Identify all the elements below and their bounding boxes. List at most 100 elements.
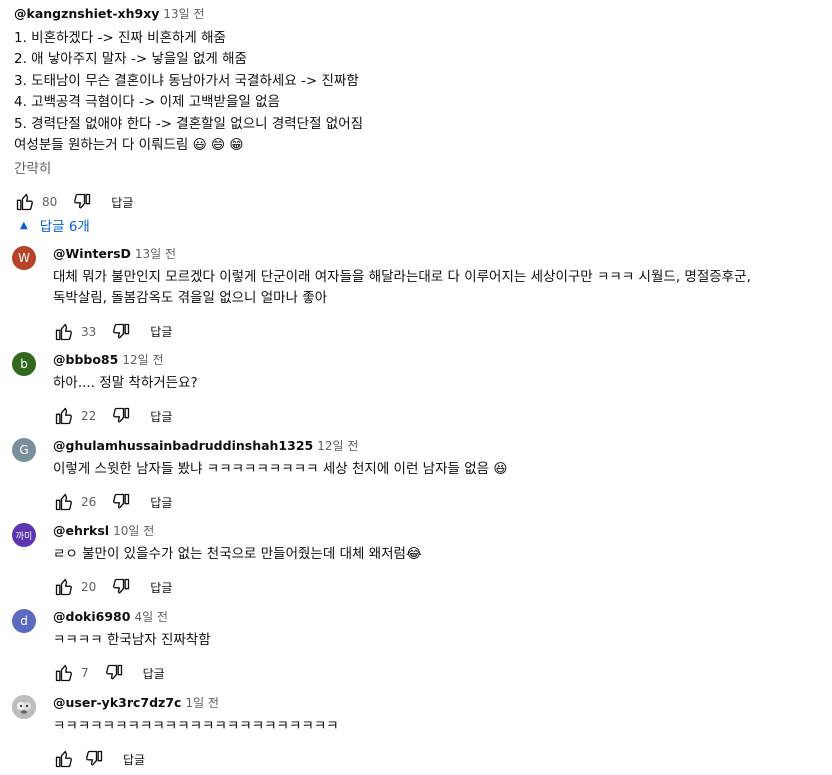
reply-text-line: 대체 뭐가 불만인지 모르겠다 이렇게 단군이래 여자들을 해달라는대로 다 이…: [53, 269, 751, 285]
reply-header: @ghulamhussainbadruddinshah1325 12일 전: [53, 435, 507, 459]
reply-author[interactable]: @bbbo85: [53, 352, 118, 367]
avatar[interactable]: G: [12, 438, 36, 462]
reply-header: @user-yk3rc7dz7c 1일 전: [53, 692, 339, 716]
avatar[interactable]: W: [12, 246, 36, 270]
reply-header: @ehrksl 10일 전: [53, 520, 422, 544]
caret-up-icon: ▲: [20, 219, 28, 231]
reply-header: @WintersD 13일 전: [53, 243, 751, 267]
reply-header: @bbbo85 12일 전: [53, 349, 198, 373]
reply-actions: 22 답글: [53, 400, 198, 432]
like-button[interactable]: [53, 576, 75, 598]
reply-button[interactable]: 답글: [150, 408, 172, 425]
reply-text-line: ㅋㅋㅋㅋㅋㅋㅋㅋㅋㅋㅋㅋㅋㅋㅋㅋㅋㅋㅋㅋㅋㅋㅋ: [53, 718, 339, 734]
replies-count-label: 답글 6개: [39, 219, 90, 235]
reply-button[interactable]: 답글: [150, 579, 172, 596]
like-count: 80: [42, 195, 58, 210]
reply-content: @ehrksl 10일 전 ㄹㅇ 불만이 있을수가 없는 천국으로 만들어줬는데 …: [53, 520, 422, 603]
like-count: 33: [81, 324, 97, 339]
reply-time[interactable]: 1일 전: [185, 696, 219, 710]
like-button[interactable]: [53, 321, 75, 343]
replies-toggle[interactable]: ▲ 답글 6개: [20, 213, 90, 237]
avatar-initial: W: [18, 251, 30, 265]
reply-actions: 33 답글: [53, 316, 751, 348]
comment-header: @kangznshiet-xh9xy 13일 전: [14, 0, 824, 28]
reply-button[interactable]: 답글: [150, 494, 172, 511]
avatar[interactable]: d: [12, 609, 36, 633]
avatar[interactable]: b: [12, 352, 36, 376]
like-count: 20: [81, 580, 97, 595]
thumbs-up-icon: [55, 408, 72, 425]
reply-text-line: 독박살림, 돌봄감옥도 겪을일 없으니 얼마나 좋아: [53, 290, 328, 307]
thumbs-up-icon: [16, 194, 33, 211]
reply-text-line: ㅋㅋㅋㅋ 한국남자 진짜착함: [53, 632, 211, 648]
thumbs-down-icon: [86, 751, 103, 766]
thumbs-down-icon: [113, 408, 130, 423]
reply-content: @WintersD 13일 전 대체 뭐가 불만인지 모르겠다 이렇게 단군이래 …: [53, 243, 751, 348]
reply-author[interactable]: @WintersD: [53, 246, 131, 261]
reply-time[interactable]: 10일 전: [113, 524, 154, 538]
dislike-button[interactable]: [110, 405, 132, 427]
dislike-button[interactable]: [110, 576, 132, 598]
avatar-initial: 까미: [15, 531, 33, 542]
avatar-photo-icon: [12, 695, 36, 719]
like-count: 22: [81, 409, 97, 424]
avatar-initial: b: [20, 357, 28, 371]
reply-content: @ghulamhussainbadruddinshah1325 12일 전 이렇게…: [53, 435, 507, 518]
comment-line: 여성분들 원하는거 다 이뤄드림 😃 😄 😁: [14, 137, 244, 154]
reply-button[interactable]: 답글: [150, 323, 172, 340]
reply-header: @doki6980 4일 전: [53, 606, 211, 630]
reply-text-line: ㄹㅇ 불만이 있을수가 없는 천국으로 만들어줬는데 대체 왜저럼😂: [53, 546, 422, 562]
reply-time[interactable]: 4일 전: [134, 610, 168, 624]
reply-button[interactable]: 답글: [123, 751, 145, 768]
dislike-button[interactable]: [110, 321, 132, 343]
like-count: 7: [81, 666, 89, 681]
thumbs-up-icon: [55, 579, 72, 596]
like-button[interactable]: [53, 405, 75, 427]
comment: @kangznshiet-xh9xy 13일 전 1. 비혼하겠다 -> 진짜 비…: [14, 0, 824, 218]
like-count: 26: [81, 495, 97, 510]
reply-actions: 답글: [53, 743, 339, 775]
like-button[interactable]: [53, 748, 75, 770]
reply-actions: 7 답글: [53, 657, 211, 689]
reply-time[interactable]: 12일 전: [122, 353, 163, 367]
comment-actions: 80 답글: [14, 186, 824, 218]
reply-time[interactable]: 12일 전: [317, 439, 358, 453]
like-button[interactable]: [53, 491, 75, 513]
reply-author[interactable]: @ghulamhussainbadruddinshah1325: [53, 438, 313, 453]
thumbs-up-icon: [55, 323, 72, 340]
avatar[interactable]: [12, 695, 36, 719]
thumbs-up-icon: [55, 665, 72, 682]
comment-time[interactable]: 13일 전: [163, 7, 204, 21]
comment-line: 1. 비혼하겠다 -> 진짜 비혼하게 해줌: [14, 30, 226, 46]
reply-button[interactable]: 답글: [111, 194, 133, 211]
comment-line: 2. 애 낳아주지 말자 -> 낳을일 없게 해줌: [14, 51, 247, 68]
thumbs-down-icon: [113, 579, 130, 594]
thumbs-down-icon: [105, 665, 122, 680]
reply-time[interactable]: 13일 전: [135, 247, 176, 261]
dislike-button[interactable]: [83, 748, 105, 770]
thumbs-up-icon: [55, 494, 72, 511]
comment-line: 4. 고백공격 극혐이다 -> 이제 고백받을일 없음: [14, 94, 280, 111]
dislike-button[interactable]: [110, 491, 132, 513]
thumbs-down-icon: [113, 323, 130, 339]
thumbs-down-icon: [74, 194, 91, 209]
reply-author[interactable]: @user-yk3rc7dz7c: [53, 695, 181, 710]
comment-author[interactable]: @kangznshiet-xh9xy: [14, 6, 159, 21]
like-button[interactable]: [53, 662, 75, 684]
reply-author[interactable]: @ehrksl: [53, 523, 109, 538]
reply-actions: 26 답글: [53, 486, 507, 518]
avatar[interactable]: 까미: [12, 523, 36, 547]
reply-content: @bbbo85 12일 전 하아.... 정말 착하거든요? 22 답글: [53, 349, 198, 432]
dislike-button[interactable]: [103, 662, 125, 684]
comment-line: 5. 경력단절 없애야 한다 -> 결혼할일 없으니 경력단절 없어짐: [14, 115, 364, 132]
show-less-link[interactable]: 간략히: [14, 158, 824, 180]
reply-content: @doki6980 4일 전 ㅋㅋㅋㅋ 한국남자 진짜착함 7 답글: [53, 606, 211, 689]
dislike-button[interactable]: [71, 191, 93, 213]
avatar-initial: G: [19, 443, 29, 457]
reply-button[interactable]: 답글: [143, 665, 165, 682]
thumbs-down-icon: [113, 494, 130, 509]
reply-author[interactable]: @doki6980: [53, 609, 130, 624]
like-button[interactable]: [14, 191, 36, 213]
reply-actions: 20 답글: [53, 571, 422, 603]
comment-line: 3. 도태남이 무슨 결혼이냐 동남아가서 국결하세요 -> 진짜함: [14, 72, 359, 89]
